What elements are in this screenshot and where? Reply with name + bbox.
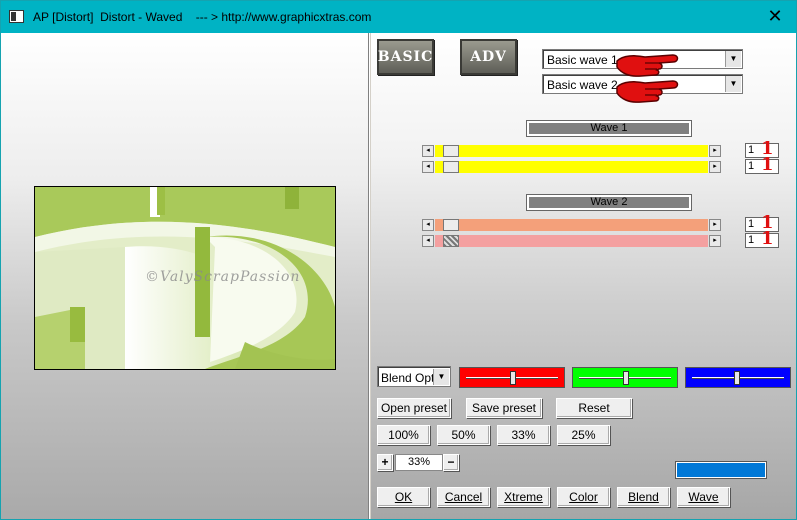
wave2-label: Wave 2 (527, 195, 691, 210)
arrow-right-icon[interactable]: ▸ (709, 219, 721, 231)
red-channel-slider[interactable] (459, 367, 565, 388)
slider-thumb[interactable] (734, 371, 740, 385)
zoom-value[interactable]: 33% (395, 454, 443, 471)
wave2-value-1-text: 1 (748, 218, 755, 230)
chevron-down-icon[interactable]: ▼ (725, 51, 741, 67)
watermark: ©ValyScrapPassion (145, 269, 301, 285)
blend-options-select[interactable]: Blend Optio ▼ (377, 366, 451, 387)
preview-image[interactable]: ©ValyScrapPassion (34, 186, 336, 370)
plugin-window: AP [Distort] Distort - Waved --- > http:… (0, 0, 797, 520)
slider-thumb[interactable] (623, 371, 629, 385)
controls-panel: BASIC ADV Basic wave 1 ▼ Basic wave 2 ▼ … (371, 33, 796, 519)
wave2-slider-1-track[interactable] (435, 219, 708, 231)
close-button[interactable]: ✕ (762, 5, 788, 29)
blend-button[interactable]: Blend (617, 487, 670, 507)
wave1-slider-1[interactable]: ◂ ▸ (422, 145, 721, 157)
zoom-out-button[interactable]: − (443, 454, 459, 471)
pointing-hand-icon (616, 80, 679, 103)
wave-button[interactable]: Wave (677, 487, 730, 507)
wave1-slider-2[interactable]: ◂ ▸ (422, 161, 721, 173)
arrow-right-icon[interactable]: ▸ (709, 235, 721, 247)
wave2-slider-1[interactable]: ◂ ▸ (422, 219, 721, 231)
basic-mode-button[interactable]: BASIC (377, 39, 434, 75)
wave1-value-2-text: 1 (748, 160, 755, 172)
ok-button[interactable]: OK (377, 487, 430, 507)
annotation-digit: 1 (761, 154, 774, 175)
zoom-50-button[interactable]: 50% (437, 425, 490, 445)
arrow-right-icon[interactable]: ▸ (709, 145, 721, 157)
title-bar[interactable]: AP [Distort] Distort - Waved --- > http:… (1, 1, 796, 33)
wave1-slider-1-track[interactable] (435, 145, 708, 157)
slider-thumb[interactable] (443, 161, 459, 173)
cancel-button[interactable]: Cancel (437, 487, 490, 507)
wave2-slider-2-track[interactable] (435, 235, 708, 247)
wave1-select-value: Basic wave 1 (547, 53, 618, 67)
zoom-25-button[interactable]: 25% (557, 425, 610, 445)
zoom-in-button[interactable]: + (377, 454, 393, 471)
wave2-slider-2[interactable]: ◂ ▸ (422, 235, 721, 247)
pointing-hand-icon (616, 54, 679, 77)
wave2-select-value: Basic wave 2 (547, 78, 618, 92)
annotation-digit: 1 (761, 228, 774, 249)
arrow-right-icon[interactable]: ▸ (709, 161, 721, 173)
wave1-slider-2-track[interactable] (435, 161, 708, 173)
wave2-value-2[interactable]: 1 1 (745, 229, 779, 249)
wave1-value-2[interactable]: 1 1 (745, 155, 779, 175)
zoom-100-button[interactable]: 100% (377, 425, 430, 445)
arrow-left-icon[interactable]: ◂ (422, 235, 434, 247)
wave1-label: Wave 1 (527, 121, 691, 136)
save-preset-button[interactable]: Save preset (466, 398, 542, 418)
wave2-value-2-text: 1 (748, 234, 755, 246)
color-button[interactable]: Color (557, 487, 610, 507)
arrow-left-icon[interactable]: ◂ (422, 219, 434, 231)
slider-thumb[interactable] (443, 219, 459, 231)
arrow-left-icon[interactable]: ◂ (422, 145, 434, 157)
adv-mode-button[interactable]: ADV (460, 39, 517, 75)
preview-panel: ©ValyScrapPassion (1, 33, 368, 519)
chevron-down-icon[interactable]: ▼ (725, 76, 741, 92)
green-channel-slider[interactable] (572, 367, 678, 388)
chevron-down-icon[interactable]: ▼ (433, 369, 449, 385)
window-title: AP [Distort] Distort - Waved --- > http:… (33, 10, 372, 24)
reset-button[interactable]: Reset (556, 398, 632, 418)
slider-thumb[interactable] (443, 235, 459, 247)
xtreme-button[interactable]: Xtreme (497, 487, 550, 507)
arrow-left-icon[interactable]: ◂ (422, 161, 434, 173)
wave1-value-1-text: 1 (748, 144, 755, 156)
status-color-bar (676, 462, 766, 478)
blue-channel-slider[interactable] (685, 367, 791, 388)
slider-thumb[interactable] (510, 371, 516, 385)
app-icon (9, 10, 24, 23)
slider-thumb[interactable] (443, 145, 459, 157)
open-preset-button[interactable]: Open preset (377, 398, 451, 418)
panel-divider (368, 33, 370, 519)
zoom-33-button[interactable]: 33% (497, 425, 550, 445)
